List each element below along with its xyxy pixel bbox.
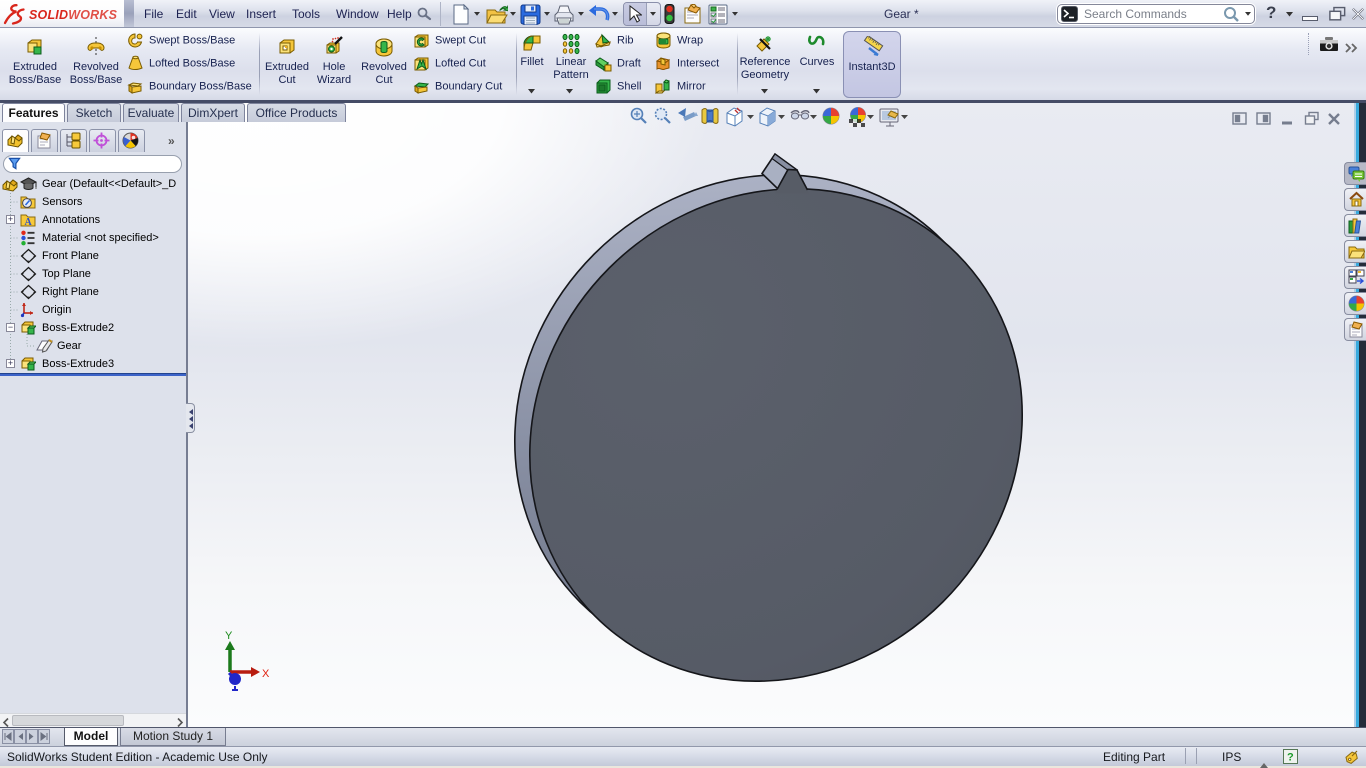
svg-text:Y: Y <box>225 630 233 642</box>
svg-text:?: ? <box>1287 752 1294 764</box>
svg-text:X: X <box>262 668 270 680</box>
svg-text:SOLIDWORKS: SOLIDWORKS <box>29 8 118 22</box>
svg-text:A: A <box>25 217 33 228</box>
